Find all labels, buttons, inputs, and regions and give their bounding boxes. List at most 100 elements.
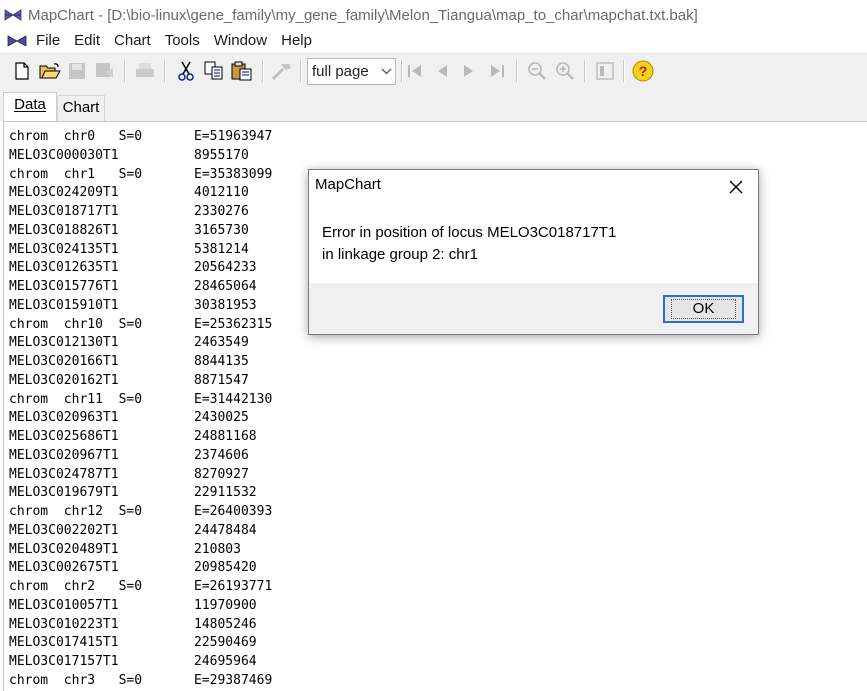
data-line-key: MELO3C019679T1 bbox=[9, 485, 119, 501]
zoom-in-icon[interactable] bbox=[554, 60, 576, 82]
data-line: MELO3C010223T1 14805246 bbox=[9, 616, 257, 634]
data-line-key: MELO3C024135T1 bbox=[9, 241, 119, 257]
zoom-out-icon[interactable] bbox=[526, 60, 548, 82]
tab-chart[interactable]: Chart bbox=[57, 95, 105, 121]
chevron-down-icon[interactable] bbox=[377, 68, 395, 75]
data-line-value: 11970900 bbox=[194, 597, 257, 613]
data-line-key: MELO3C015910T1 bbox=[9, 297, 119, 313]
data-line-key: MELO3C002675T1 bbox=[9, 560, 119, 576]
data-line-value: 5381214 bbox=[194, 241, 249, 257]
paste-icon[interactable] bbox=[231, 60, 253, 82]
ok-button[interactable]: OK bbox=[663, 295, 744, 323]
data-line: MELO3C020963T1 2430025 bbox=[9, 409, 249, 427]
page-icon[interactable] bbox=[594, 60, 616, 82]
data-line-value: 2430025 bbox=[194, 410, 249, 426]
cut-icon[interactable] bbox=[175, 60, 197, 82]
print-icon[interactable] bbox=[134, 60, 156, 82]
prev-page-icon[interactable] bbox=[431, 60, 453, 82]
toolbar: full page ? bbox=[0, 53, 867, 90]
toolbar-separator bbox=[401, 60, 403, 82]
data-line: MELO3C015910T1 30381953 bbox=[9, 297, 257, 315]
data-line-key: chrom chr12 S=0 bbox=[9, 504, 143, 519]
data-line: chrom chr11 S=0 E=31442130 bbox=[9, 391, 272, 409]
data-line-value: E=51963947 bbox=[194, 129, 273, 144]
menu-tools[interactable]: Tools bbox=[158, 30, 207, 52]
menu-file[interactable]: File bbox=[29, 30, 67, 52]
data-line-value: 20564233 bbox=[194, 260, 257, 276]
menu-edit[interactable]: Edit bbox=[67, 30, 107, 52]
data-line: MELO3C020162T1 8871547 bbox=[9, 372, 249, 390]
data-line-key: MELO3C024209T1 bbox=[9, 185, 119, 201]
data-line-value: 2330276 bbox=[194, 204, 249, 219]
data-line-value: E=26193771 bbox=[194, 579, 273, 594]
data-line-value: E=25362315 bbox=[194, 316, 273, 332]
data-line-value: 20985420 bbox=[194, 560, 257, 576]
copy-icon[interactable] bbox=[203, 60, 225, 82]
save-as-icon[interactable] bbox=[94, 60, 116, 82]
dialog-message-line1: Error in position of locus MELO3C018717T… bbox=[322, 224, 617, 241]
data-line: MELO3C002675T1 20985420 bbox=[9, 559, 257, 577]
data-line-key: MELO3C018826T1 bbox=[9, 222, 119, 238]
title-bar: MapChart - [D:\bio-linux\gene_family\my_… bbox=[0, 0, 867, 30]
data-line: MELO3C024787T1 8270927 bbox=[9, 466, 249, 484]
data-line-key: MELO3C020162T1 bbox=[9, 372, 119, 388]
data-line-key: MELO3C002202T1 bbox=[9, 522, 119, 538]
save-icon[interactable] bbox=[66, 60, 88, 82]
data-line-key: chrom chr2 S=0 bbox=[9, 579, 143, 594]
menu-chart[interactable]: Chart bbox=[107, 30, 158, 52]
data-line: chrom chr0 S=0 E=51963947 bbox=[9, 128, 272, 146]
data-line: MELO3C002202T1 24478484 bbox=[9, 522, 257, 540]
zoom-select[interactable]: full page bbox=[307, 58, 396, 85]
tab-data[interactable]: Data bbox=[3, 92, 57, 121]
help-icon[interactable]: ? bbox=[632, 60, 654, 82]
data-line: MELO3C025686T1 24881168 bbox=[9, 428, 257, 446]
toolbar-separator bbox=[300, 60, 302, 82]
menu-help[interactable]: Help bbox=[274, 30, 319, 52]
data-line-value: 2463549 bbox=[194, 335, 249, 351]
data-line: chrom chr10 S=0 E=25362315 bbox=[9, 316, 272, 334]
zoom-select-value: full page bbox=[312, 63, 369, 80]
tab-strip: Data Chart bbox=[0, 89, 867, 121]
data-line-value: E=31442130 bbox=[194, 391, 273, 407]
data-line: chrom chr12 S=0 E=26400393 bbox=[9, 503, 272, 521]
menu-bar: File Edit Chart Tools Window Help bbox=[0, 30, 867, 52]
first-page-icon[interactable] bbox=[404, 60, 426, 82]
data-line-key: chrom chr11 S=0 bbox=[9, 391, 143, 407]
new-file-icon[interactable] bbox=[11, 60, 33, 82]
data-line-value: 24478484 bbox=[194, 522, 257, 538]
data-line: MELO3C012635T1 20564233 bbox=[9, 259, 257, 277]
data-line: MELO3C018717T1 2330276 bbox=[9, 203, 249, 221]
data-line-key: MELO3C015776T1 bbox=[9, 279, 119, 294]
data-line: chrom chr2 S=0 E=26193771 bbox=[9, 578, 272, 596]
toolbar-separator bbox=[516, 60, 518, 82]
data-line: MELO3C010057T1 11970900 bbox=[9, 597, 257, 615]
data-line-key: MELO3C017157T1 bbox=[9, 654, 119, 669]
data-line-key: MELO3C020166T1 bbox=[9, 354, 119, 369]
dialog-message-line2: in linkage group 2: chr1 bbox=[322, 246, 478, 263]
data-line-key: chrom chr10 S=0 bbox=[9, 316, 143, 332]
data-line: MELO3C000030T1 8955170 bbox=[9, 147, 249, 165]
close-icon[interactable] bbox=[718, 172, 754, 202]
data-line-value: 210803 bbox=[194, 541, 241, 557]
data-line: MELO3C018826T1 3165730 bbox=[9, 222, 249, 240]
data-line: MELO3C020166T1 8844135 bbox=[9, 353, 249, 371]
document-system-menu-icon[interactable] bbox=[7, 34, 27, 48]
data-line-value: E=26400393 bbox=[194, 504, 273, 519]
data-line-value: 3165730 bbox=[194, 222, 249, 238]
data-line-value: 28465064 bbox=[194, 279, 257, 294]
data-line-key: MELO3C010223T1 bbox=[9, 616, 119, 632]
last-page-icon[interactable] bbox=[486, 60, 508, 82]
data-line-value: E=29387469 bbox=[194, 672, 273, 688]
data-line-value: 8871547 bbox=[194, 372, 249, 388]
open-folder-icon[interactable] bbox=[39, 60, 61, 82]
data-line: MELO3C020967T1 2374606 bbox=[9, 447, 249, 465]
data-line-key: MELO3C010057T1 bbox=[9, 597, 119, 613]
data-line-key: MELO3C025686T1 bbox=[9, 429, 119, 444]
menu-window[interactable]: Window bbox=[207, 30, 274, 52]
next-page-icon[interactable] bbox=[458, 60, 480, 82]
tools-icon[interactable] bbox=[271, 60, 293, 82]
data-line-value: 8955170 bbox=[194, 147, 249, 163]
data-line: MELO3C024209T1 4012110 bbox=[9, 184, 249, 202]
data-line-key: MELO3C012635T1 bbox=[9, 260, 119, 276]
data-line: MELO3C015776T1 28465064 bbox=[9, 278, 257, 296]
